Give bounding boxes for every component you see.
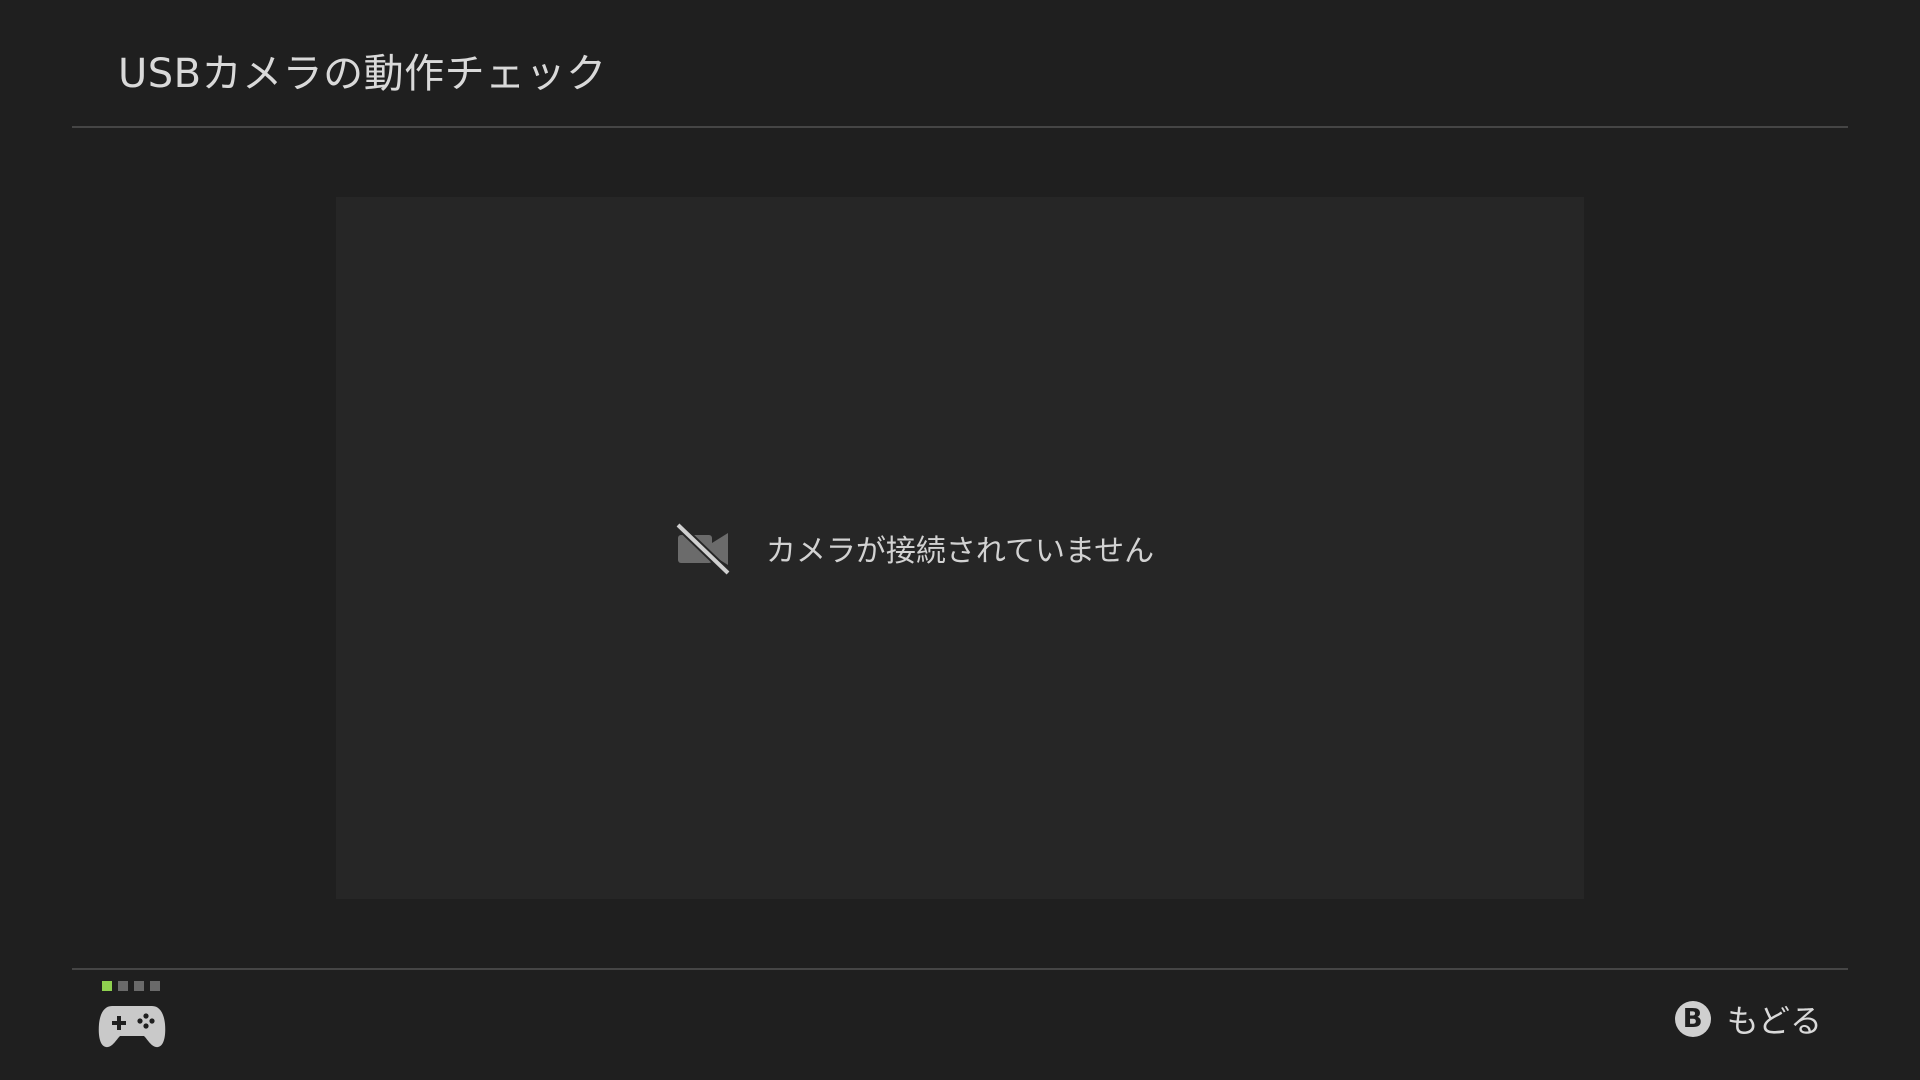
player-led-2	[118, 981, 128, 991]
page-title: USBカメラの動作チェック	[118, 51, 607, 97]
back-button[interactable]: B もどる	[1674, 996, 1822, 1042]
screen: USBカメラの動作チェック カメラが接続されていません B もどる	[0, 0, 1920, 1080]
player-led-1	[102, 981, 112, 991]
player-led-3	[134, 981, 144, 991]
camera-preview-panel: カメラが接続されていません	[336, 197, 1584, 899]
player-led-4	[150, 981, 160, 991]
footer-divider	[72, 968, 1848, 970]
camera-off-icon	[675, 522, 731, 575]
camera-status: カメラが接続されていません	[336, 197, 1584, 899]
back-label: もどる	[1726, 1002, 1822, 1040]
header-divider	[72, 126, 1848, 128]
camera-status-message: カメラが接続されていません	[675, 521, 1155, 575]
player-indicator	[102, 981, 160, 991]
camera-status-text: カメラが接続されていません	[765, 534, 1155, 569]
b-button-icon: B	[1674, 1001, 1711, 1037]
gamepad-icon	[98, 1006, 166, 1048]
